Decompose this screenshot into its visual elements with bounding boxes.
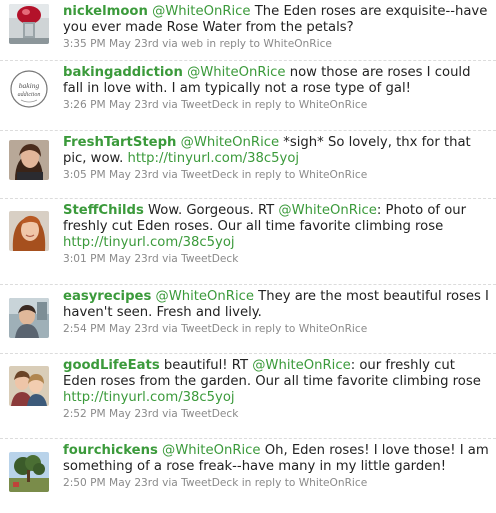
mention-link[interactable]: @WhiteOnRice (252, 358, 350, 373)
tweet-timestamp[interactable]: 2:50 PM May 23rd (63, 477, 159, 489)
in-reply-to-link[interactable]: in reply to WhiteOnRice (242, 477, 367, 489)
tweet-body: FreshTartSteph @WhiteOnRice *sigh* So lo… (63, 135, 490, 182)
user-avatar[interactable] (9, 366, 49, 406)
user-avatar[interactable] (9, 4, 49, 44)
tweet-item: easyrecipes @WhiteOnRice They are the mo… (0, 285, 496, 354)
tweet-body: bakingaddiction @WhiteOnRice now those a… (63, 65, 490, 112)
tweet-timestamp[interactable]: 3:01 PM May 23rd (63, 253, 159, 265)
tweet-body: easyrecipes @WhiteOnRice They are the mo… (63, 289, 490, 336)
tweet-username[interactable]: goodLifeEats (63, 358, 160, 373)
user-avatar[interactable] (9, 140, 49, 180)
tweet-body: goodLifeEats beautiful! RT @WhiteOnRice:… (63, 358, 490, 421)
in-reply-to-link[interactable]: in reply to WhiteOnRice (242, 99, 367, 111)
mention-link[interactable]: @WhiteOnRice (278, 203, 376, 218)
tweet-body: fourchickens @WhiteOnRice Oh, Eden roses… (63, 443, 490, 490)
tweet-username[interactable]: fourchickens (63, 443, 158, 458)
tweet-source: via web (158, 38, 204, 50)
tweet-body: SteffChilds Wow. Gorgeous. RT @WhiteOnRi… (63, 203, 490, 266)
mention-link[interactable]: @WhiteOnRice (156, 289, 254, 304)
tweet-source: via TweetDeck (158, 408, 239, 420)
in-reply-to-link[interactable]: in reply to WhiteOnRice (206, 38, 331, 50)
tweet-source: via TweetDeck (158, 99, 239, 111)
tweet-meta: 2:54 PM May 23rd via TweetDeck in reply … (63, 322, 490, 336)
tweet-item: goodLifeEats beautiful! RT @WhiteOnRice:… (0, 354, 496, 439)
url-link[interactable]: http://tinyurl.com/38c5yoj (127, 151, 299, 166)
tweet-username[interactable]: easyrecipes (63, 289, 151, 304)
tweet-text-segment: Wow. Gorgeous. RT (148, 203, 279, 218)
tweet-timestamp[interactable]: 3:05 PM May 23rd (63, 169, 159, 181)
tweet-item: baking addiction bakingaddiction @WhiteO… (0, 61, 496, 131)
url-link[interactable]: http://tinyurl.com/38c5yoj (63, 235, 235, 250)
tweet-timestamp[interactable]: 2:52 PM May 23rd (63, 408, 159, 420)
tweet-username[interactable]: SteffChilds (63, 203, 144, 218)
two-people-portrait-icon (9, 366, 49, 406)
tweet-meta: 2:52 PM May 23rd via TweetDeck (63, 407, 490, 421)
tweet-item: nickelmoon @WhiteOnRice The Eden roses a… (0, 0, 496, 61)
url-link[interactable]: http://tinyurl.com/38c5yoj (63, 390, 235, 405)
mention-link[interactable]: @WhiteOnRice (187, 65, 285, 80)
tweet-source: via TweetDeck (158, 253, 239, 265)
tree-landscape-icon (9, 452, 49, 492)
tweet-username[interactable]: bakingaddiction (63, 65, 183, 80)
tweet-source: via TweetDeck (158, 323, 239, 335)
tweet-meta: 2:50 PM May 23rd via TweetDeck in reply … (63, 476, 490, 490)
tweet-meta: 3:05 PM May 23rd via TweetDeck in reply … (63, 168, 490, 182)
tweet-timestamp[interactable]: 3:35 PM May 23rd (63, 38, 159, 50)
tweet-source: via TweetDeck (158, 477, 239, 489)
tweet-item: fourchickens @WhiteOnRice Oh, Eden roses… (0, 439, 496, 513)
tweet-text-segment: beautiful! RT (163, 358, 253, 373)
avatar-logo-text: baking (19, 81, 40, 90)
woman-portrait-icon (9, 140, 49, 180)
mention-link[interactable]: @WhiteOnRice (162, 443, 260, 458)
tweet-item: FreshTartSteph @WhiteOnRice *sigh* So lo… (0, 131, 496, 199)
in-reply-to-link[interactable]: in reply to WhiteOnRice (242, 323, 367, 335)
in-reply-to-link[interactable]: in reply to WhiteOnRice (242, 169, 367, 181)
tweet-timestamp[interactable]: 3:26 PM May 23rd (63, 99, 159, 111)
woman-red-hair-portrait-icon (9, 211, 49, 251)
user-avatar[interactable] (9, 211, 49, 251)
tweet-meta: 3:26 PM May 23rd via TweetDeck in reply … (63, 98, 490, 112)
tweet-body: nickelmoon @WhiteOnRice The Eden roses a… (63, 4, 490, 51)
mention-link[interactable]: @WhiteOnRice (181, 135, 279, 150)
tweet-username[interactable]: nickelmoon (63, 4, 148, 19)
avatar-logo-text: addiction (18, 92, 41, 98)
red-object-photo-icon (9, 4, 49, 44)
tweet-username[interactable]: FreshTartSteph (63, 135, 176, 150)
user-avatar[interactable] (9, 452, 49, 492)
mention-link[interactable]: @WhiteOnRice (152, 4, 250, 19)
tweet-timeline: nickelmoon @WhiteOnRice The Eden roses a… (0, 0, 496, 513)
user-avatar[interactable]: baking addiction (9, 69, 49, 109)
user-avatar[interactable] (9, 298, 49, 338)
tweet-item: SteffChilds Wow. Gorgeous. RT @WhiteOnRi… (0, 199, 496, 285)
tweet-timestamp[interactable]: 2:54 PM May 23rd (63, 323, 159, 335)
baking-addiction-logo-icon: baking addiction (9, 69, 49, 109)
tweet-source: via TweetDeck (158, 169, 239, 181)
tweet-meta: 3:35 PM May 23rd via web in reply to Whi… (63, 37, 490, 51)
child-photo-icon (9, 298, 49, 338)
tweet-meta: 3:01 PM May 23rd via TweetDeck (63, 252, 490, 266)
